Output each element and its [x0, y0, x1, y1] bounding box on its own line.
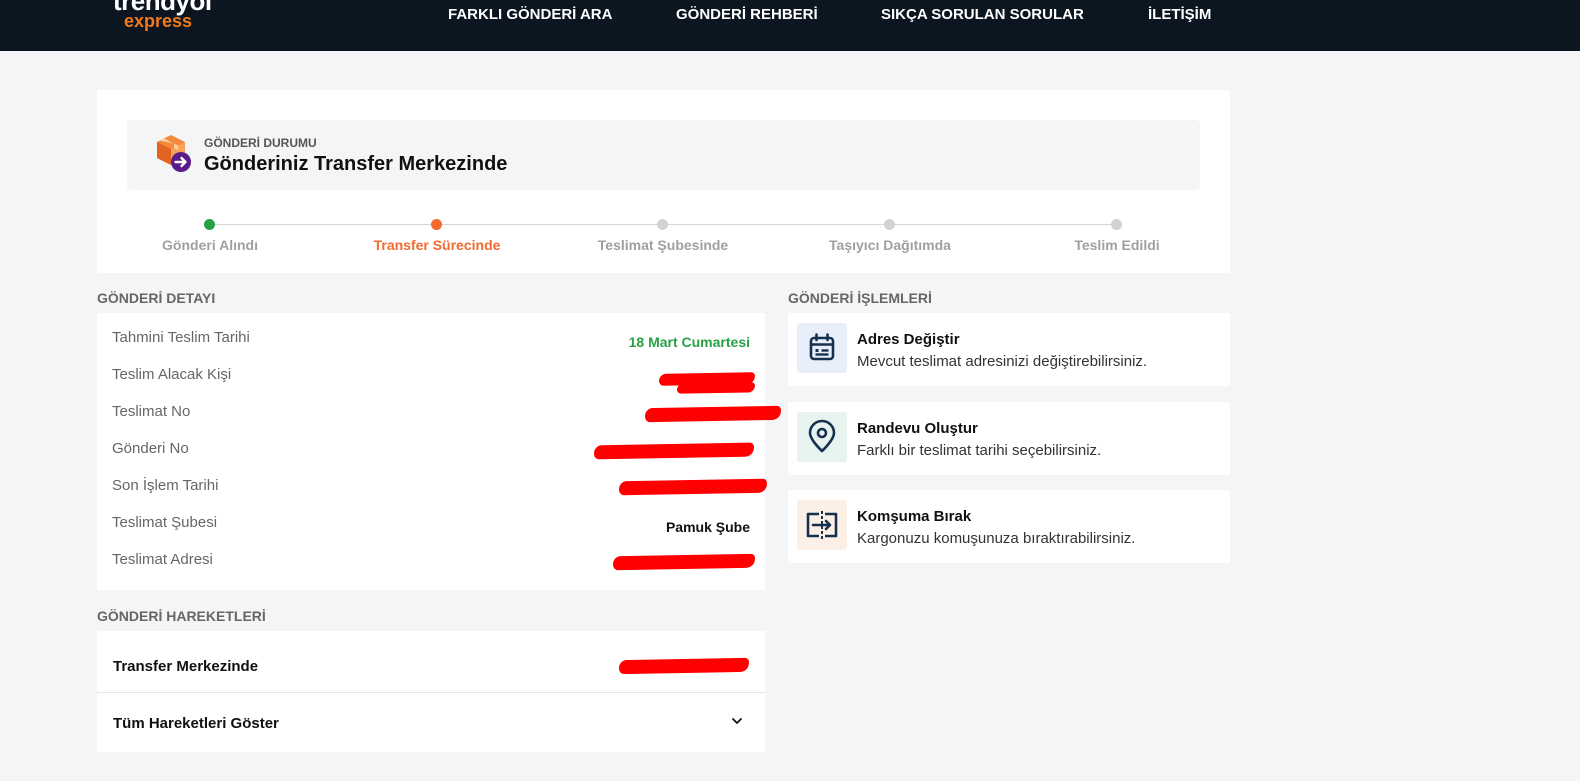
- detail-label: Teslimat Adresi: [112, 551, 213, 568]
- shipment-actions-title: GÖNDERİ İŞLEMLERİ: [788, 290, 932, 306]
- detail-row-shipment-no: Gönderi No: [97, 440, 765, 477]
- detail-label: Teslim Alacak Kişi: [112, 366, 232, 383]
- redaction-mark: [612, 553, 756, 571]
- status-label: GÖNDERİ DURUMU: [204, 136, 317, 150]
- calendar-icon: [809, 333, 835, 361]
- chevron-down-icon: [732, 718, 742, 724]
- action-description: Mevcut teslimat adresinizi değiştirebili…: [857, 353, 1148, 370]
- logo-sub-text: express: [124, 11, 193, 31]
- detail-row-recipient: Teslim Alacak Kişi: [97, 366, 765, 403]
- action-description: Farklı bir teslimat tarihi seçebilirsini…: [857, 442, 1102, 459]
- move-row-latest: Transfer Merkezinde: [97, 631, 765, 693]
- redaction-mark: [644, 405, 782, 423]
- detail-row-estimated-date: Tahmini Teslim Tarihi 18 Mart Cumartesi: [97, 329, 765, 366]
- step-label-received: Gönderi Alındı: [162, 237, 258, 253]
- detail-row-delivery-branch: Teslimat Şubesi Pamuk Şube: [97, 514, 765, 551]
- redaction-mark: [676, 382, 756, 394]
- nav-contact[interactable]: İLETİŞİM: [1148, 6, 1211, 23]
- action-create-appointment[interactable]: Randevu Oluştur Farklı bir teslimat tari…: [788, 402, 1230, 475]
- step-label-transfer: Transfer Sürecinde: [373, 237, 501, 253]
- shipment-detail-title: GÖNDERİ DETAYI: [97, 290, 216, 306]
- detail-label: Son İşlem Tarihi: [112, 477, 219, 494]
- nav-shipment-guide[interactable]: GÖNDERİ REHBERİ: [676, 6, 818, 23]
- detail-row-delivery-address: Teslimat Adresi: [97, 551, 765, 588]
- action-title: Adres Değiştir: [857, 331, 960, 348]
- action-title: Komşuma Bırak: [857, 508, 972, 525]
- step-dot-delivered: [1111, 219, 1122, 230]
- show-all-moves-label: Tüm Hareketleri Göster: [113, 715, 279, 732]
- action-title: Randevu Oluştur: [857, 420, 978, 437]
- status-title: Gönderiniz Transfer Merkezinde: [204, 153, 508, 175]
- package-forward-icon: [157, 135, 191, 172]
- status-header: GÖNDERİ DURUMU Gönderiniz Transfer Merke…: [127, 120, 1200, 190]
- step-label-delivered: Teslim Edildi: [1074, 237, 1160, 253]
- shipment-detail-card: Tahmini Teslim Tarihi 18 Mart Cumartesi …: [97, 313, 782, 590]
- move-status: Transfer Merkezinde: [113, 658, 259, 675]
- step-label-delivery-branch: Teslimat Şubesinde: [597, 237, 729, 253]
- detail-label: Teslimat Şubesi: [112, 514, 218, 531]
- redaction-mark: [618, 478, 768, 496]
- action-icon-bg: [797, 323, 847, 373]
- detail-row-last-action-date: Son İşlem Tarihi: [97, 477, 768, 514]
- shipment-moves-card: Transfer Merkezinde Tüm Hareketleri Göst…: [97, 631, 765, 752]
- trendyol-express-logo[interactable]: trendyol express: [113, 0, 223, 40]
- action-icon-bg: [797, 500, 847, 550]
- action-change-address[interactable]: Adres Değiştir Mevcut teslimat adresiniz…: [788, 313, 1230, 386]
- detail-label: Teslimat No: [112, 403, 191, 420]
- step-label-courier: Taşıyıcı Dağıtımda: [829, 237, 951, 253]
- detail-label: Gönderi No: [112, 440, 189, 457]
- detail-label: Tahmini Teslim Tarihi: [112, 329, 250, 346]
- detail-row-delivery-no: Teslimat No: [97, 403, 782, 440]
- step-dot-received: [204, 219, 215, 230]
- handover-icon: [806, 511, 838, 539]
- action-leave-with-neighbor[interactable]: Komşuma Bırak Kargonuzu komuşunuza bırak…: [788, 490, 1230, 563]
- location-pin-icon: [808, 419, 836, 453]
- action-description: Kargonuzu komuşunuza bıraktırabilirsiniz…: [857, 530, 1136, 547]
- redaction-mark: [593, 442, 755, 460]
- action-icon-bg: [797, 412, 847, 462]
- show-all-moves-toggle[interactable]: Tüm Hareketleri Göster: [97, 693, 765, 752]
- detail-value-estimated-date: 18 Mart Cumartesi: [628, 334, 750, 350]
- detail-value-delivery-branch: Pamuk Şube: [665, 519, 750, 535]
- nav-faq[interactable]: SIKÇA SORULAN SORULAR: [881, 6, 1084, 23]
- shipment-moves-title: GÖNDERİ HAREKETLERİ: [97, 608, 266, 624]
- nav-search-other-shipment[interactable]: FARKLI GÖNDERİ ARA: [448, 6, 612, 23]
- shipment-status-card: GÖNDERİ DURUMU Gönderiniz Transfer Merke…: [97, 90, 1230, 273]
- top-navigation-bar: trendyol express FARKLI GÖNDERİ ARA GÖND…: [0, 0, 1580, 51]
- step-dot-delivery-branch: [657, 219, 668, 230]
- step-dot-transfer: [431, 219, 442, 230]
- redaction-mark: [618, 657, 750, 675]
- step-dot-courier: [884, 219, 895, 230]
